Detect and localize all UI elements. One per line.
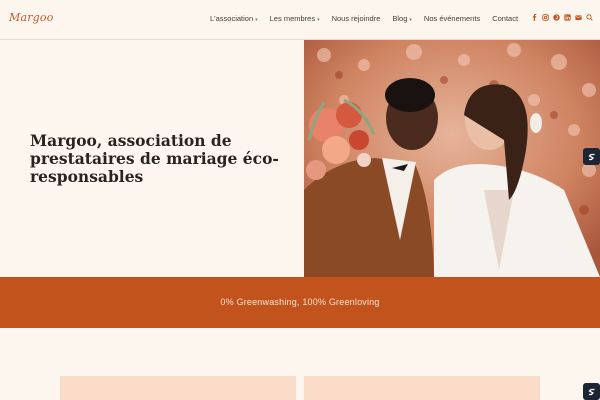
nav-item-events[interactable]: Nos événements [424, 14, 480, 23]
content-card [60, 376, 296, 400]
floating-widget-button[interactable] [583, 383, 600, 400]
site-header: Margoo L'association ▾ Les membres ▾ Nous … [0, 0, 600, 40]
hero-photo [304, 40, 600, 277]
chevron-down-icon: ▾ [255, 17, 258, 23]
tagline-text: 0% Greenwashing, 100% Greenloving [220, 297, 380, 307]
tagline-band: 0% Greenwashing, 100% Greenloving [0, 277, 600, 328]
nav-item-members[interactable]: Les membres ▾ [270, 14, 320, 23]
search-icon[interactable] [586, 14, 593, 21]
widget-logo-icon [587, 388, 594, 395]
pinterest-icon[interactable] [553, 14, 560, 21]
content-card [304, 376, 540, 400]
widget-logo-icon [587, 153, 594, 160]
email-icon[interactable] [575, 14, 582, 21]
floating-widget-button[interactable] [583, 148, 600, 165]
social-links [531, 14, 593, 21]
facebook-icon[interactable] [531, 14, 538, 21]
nav-item-association[interactable]: L'association ▾ [210, 14, 258, 23]
nav-item-blog[interactable]: Blog ▾ [392, 14, 412, 23]
chevron-down-icon: ▾ [317, 17, 320, 23]
linkedin-icon[interactable] [564, 14, 571, 21]
wedding-couple-image [304, 40, 600, 277]
nav-item-join[interactable]: Nous rejoindre [332, 14, 381, 23]
instagram-icon[interactable] [542, 14, 549, 21]
main-nav: L'association ▾ Les membres ▾ Nous rejoind… [210, 14, 518, 23]
chevron-down-icon: ▾ [409, 17, 412, 23]
site-logo[interactable]: Margoo [9, 11, 54, 24]
hero-title: Margoo, association de prestataires de m… [30, 131, 279, 186]
nav-item-contact[interactable]: Contact [492, 14, 518, 23]
